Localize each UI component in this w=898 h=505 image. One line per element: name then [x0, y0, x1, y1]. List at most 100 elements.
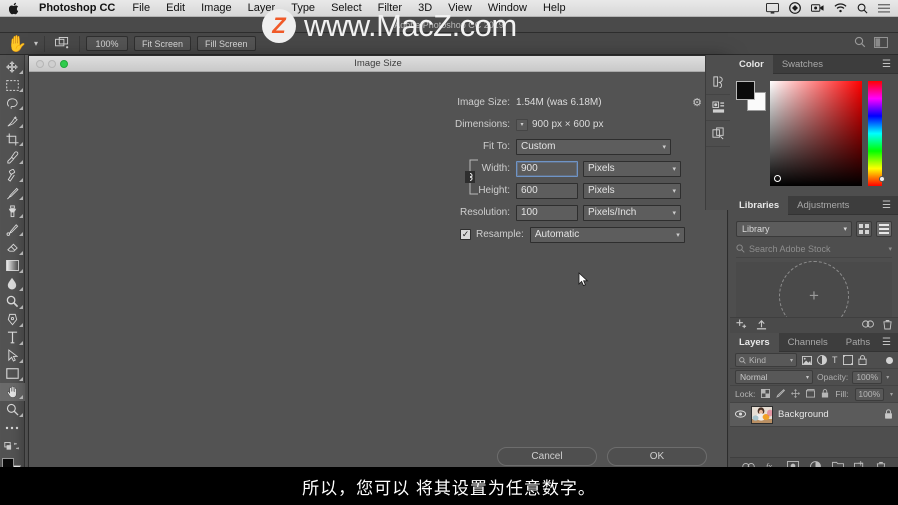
filter-adjustment-icon[interactable]	[817, 355, 827, 365]
dodge-tool[interactable]	[0, 293, 25, 311]
resample-checkbox[interactable]: ✓	[460, 229, 471, 240]
eraser-tool[interactable]	[0, 238, 25, 256]
search-icon[interactable]	[854, 35, 866, 53]
edit-toolbar-button[interactable]	[0, 419, 25, 437]
lock-artboard-icon[interactable]	[806, 388, 816, 400]
history-brush-tool[interactable]	[0, 220, 25, 238]
opacity-value[interactable]: 100%	[852, 370, 883, 384]
spot-healing-brush-tool[interactable]	[0, 166, 25, 184]
display-icon[interactable]	[766, 2, 779, 14]
panel-menu-icon[interactable]: ☰	[882, 200, 898, 211]
pen-tool[interactable]	[0, 311, 25, 329]
library-select[interactable]: Library ▾	[736, 221, 852, 237]
list-view-icon[interactable]	[876, 221, 892, 237]
color-spectrum-field[interactable]	[770, 81, 862, 186]
menu-item-window[interactable]: Window	[480, 2, 535, 14]
change-screen-mode-icon[interactable]	[0, 437, 25, 455]
crop-tool[interactable]	[0, 130, 25, 148]
tab-adjustments[interactable]: Adjustments	[788, 196, 858, 215]
zoom-tool[interactable]	[0, 401, 25, 419]
resolution-unit-select[interactable]: Pixels/Inch ▾	[583, 204, 681, 221]
height-unit-select[interactable]: Pixels ▾	[583, 182, 681, 199]
dropbox-icon[interactable]	[789, 2, 801, 14]
path-selection-tool[interactable]	[0, 347, 25, 365]
tab-channels[interactable]: Channels	[779, 333, 837, 352]
lock-all-icon[interactable]	[821, 388, 829, 400]
layer-thumbnail[interactable]	[751, 405, 773, 424]
hue-slider[interactable]	[868, 81, 885, 186]
menu-item-file[interactable]: File	[124, 2, 158, 14]
grid-view-icon[interactable]	[856, 221, 872, 237]
chevron-down-icon[interactable]: ▾	[886, 374, 889, 381]
chain-link-icon[interactable]	[464, 156, 486, 196]
color-spectrum-marker[interactable]	[774, 175, 781, 182]
panel-menu-icon[interactable]: ☰	[882, 337, 898, 348]
chevron-down-icon[interactable]: ▾	[888, 245, 892, 253]
menu-item-layer[interactable]: Layer	[240, 2, 284, 14]
zoom-level-field[interactable]: 100%	[86, 36, 129, 51]
filter-shape-icon[interactable]	[842, 355, 853, 365]
menu-item-filter[interactable]: Filter	[370, 2, 410, 14]
adobe-stock-search[interactable]: Search Adobe Stock ▾	[736, 243, 892, 258]
menu-icon[interactable]	[878, 3, 890, 13]
foreground-color-swatch[interactable]	[736, 81, 755, 100]
fit-to-select[interactable]: Custom ▾	[516, 138, 671, 155]
menu-item-3d[interactable]: 3D	[410, 2, 440, 14]
menu-item-help[interactable]: Help	[535, 2, 574, 14]
gradient-tool[interactable]	[0, 257, 25, 275]
lasso-tool[interactable]	[0, 94, 25, 112]
hand-tool[interactable]	[0, 382, 25, 401]
hue-slider-marker[interactable]	[879, 176, 885, 182]
gear-icon[interactable]: ⚙	[692, 96, 702, 109]
wifi-icon[interactable]	[834, 3, 847, 13]
panel-menu-icon[interactable]: ☰	[882, 59, 898, 70]
filter-pixel-icon[interactable]	[802, 355, 812, 365]
move-tool[interactable]	[0, 58, 25, 76]
menu-app-name[interactable]: Photoshop CC	[30, 2, 124, 14]
filter-smart-icon[interactable]	[857, 355, 867, 365]
chevron-down-icon[interactable]: ▾	[890, 391, 893, 398]
rectangular-marquee-tool[interactable]	[0, 76, 25, 94]
menu-item-view[interactable]: View	[440, 2, 480, 14]
blend-mode-select[interactable]: Normal ▾	[735, 370, 813, 384]
cancel-button[interactable]: Cancel	[497, 447, 597, 466]
history-panel-icon[interactable]	[705, 69, 731, 95]
eyedropper-tool[interactable]	[0, 148, 25, 166]
fill-value[interactable]: 100%	[854, 387, 884, 401]
apple-icon[interactable]	[0, 2, 30, 15]
table-row[interactable]: Background	[730, 403, 898, 427]
width-unit-select[interactable]: Pixels ▾	[583, 160, 681, 177]
delete-icon[interactable]	[883, 319, 892, 333]
menu-item-select[interactable]: Select	[323, 2, 370, 14]
tab-paths[interactable]: Paths	[837, 333, 879, 352]
ok-button[interactable]: OK	[607, 447, 707, 466]
width-input[interactable]: 900	[516, 160, 578, 177]
color-fg-bg-swatches[interactable]	[736, 81, 766, 111]
brush-tool[interactable]	[0, 184, 25, 202]
quick-selection-tool[interactable]	[0, 112, 25, 130]
menu-item-type[interactable]: Type	[283, 2, 323, 14]
filter-type-icon[interactable]: T	[832, 355, 838, 365]
tool-preset-icon[interactable]	[51, 35, 73, 53]
rectangle-tool[interactable]	[0, 365, 25, 383]
tab-swatches[interactable]: Swatches	[773, 55, 832, 74]
filter-toggle-icon[interactable]	[886, 356, 893, 364]
upload-icon[interactable]	[756, 319, 767, 333]
image-size-dialog[interactable]: Image Size Image Size: 1.54M (was 6.18M)…	[28, 55, 728, 478]
properties-panel-icon[interactable]	[705, 95, 731, 121]
resolution-input[interactable]: 100	[516, 204, 578, 221]
dimensions-unit-chevron-down-icon[interactable]: ▾	[516, 118, 528, 131]
lock-position-icon[interactable]	[791, 388, 801, 400]
layer-name[interactable]: Background	[778, 409, 829, 420]
color-picker-body[interactable]	[730, 74, 898, 196]
search-icon[interactable]	[857, 3, 868, 14]
chevron-down-icon[interactable]: ▾	[34, 39, 38, 48]
add-element-icon[interactable]	[736, 318, 747, 333]
lock-transparency-icon[interactable]	[761, 388, 771, 400]
hand-icon[interactable]: ✋	[6, 35, 28, 53]
workspace-icon[interactable]	[874, 35, 888, 53]
resample-select[interactable]: Automatic ▾	[529, 226, 685, 243]
lock-image-icon[interactable]	[776, 388, 786, 400]
type-tool[interactable]	[0, 329, 25, 347]
sync-icon[interactable]	[862, 319, 874, 333]
